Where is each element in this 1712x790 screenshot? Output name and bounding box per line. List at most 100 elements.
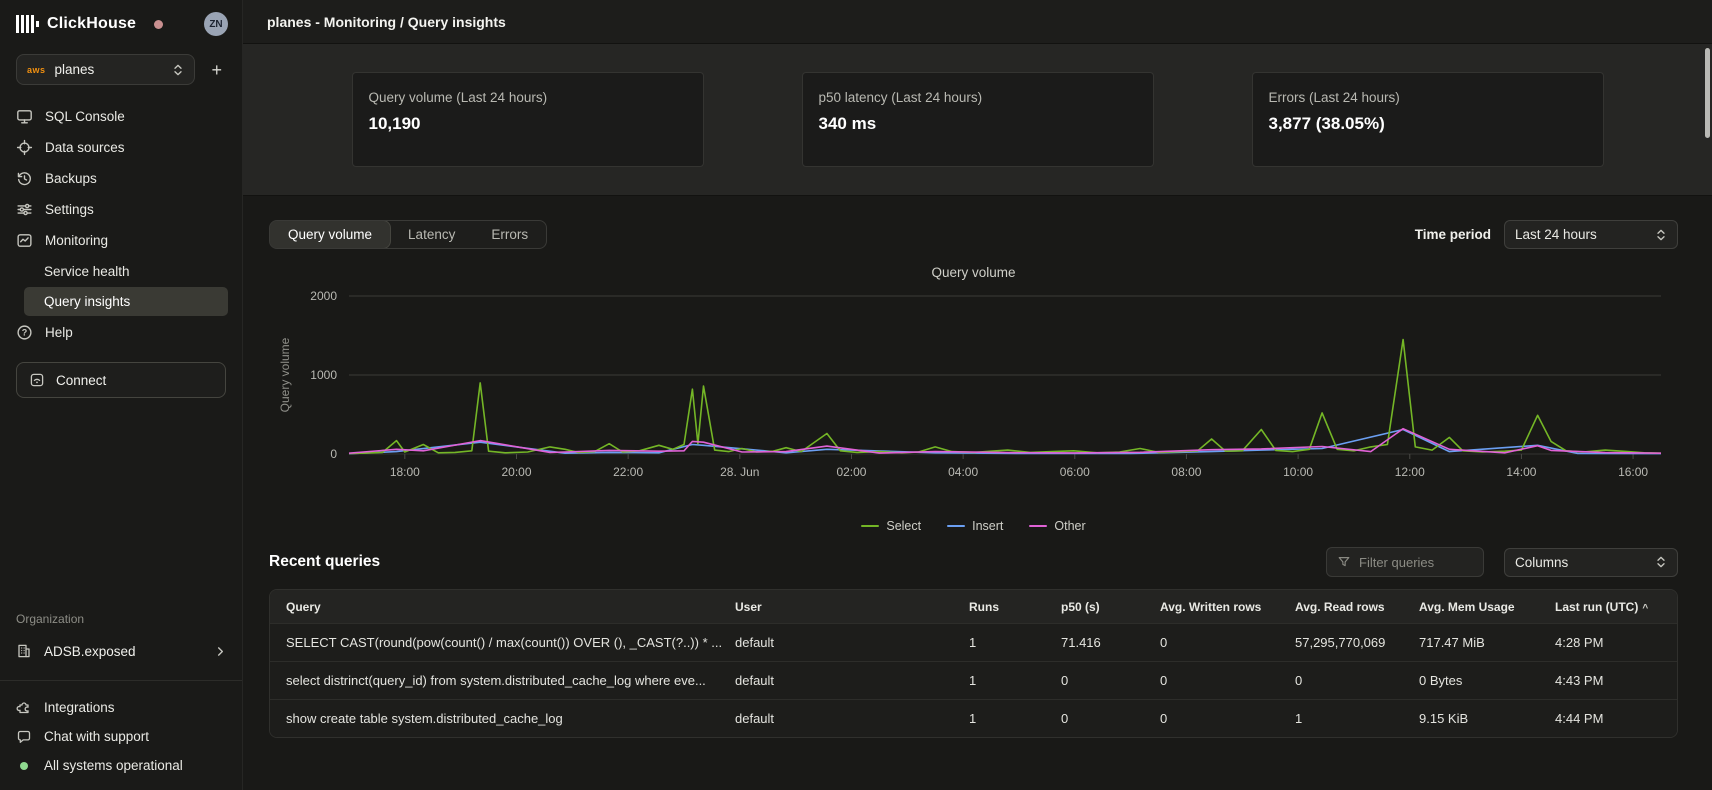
legend-swatch-insert: [947, 525, 965, 528]
column-header-runs[interactable]: Runs: [969, 600, 1061, 614]
backups-icon: [16, 170, 33, 187]
sidebar-item-chat-with-support[interactable]: Chat with support: [0, 722, 242, 751]
recent-queries-header: Recent queries Columns: [269, 547, 1678, 577]
sidebar-spacer: [0, 398, 242, 612]
sidebar-item-sql-console[interactable]: SQL Console: [0, 101, 242, 132]
cell-avg-mem: 9.15 KiB: [1419, 711, 1555, 726]
monitoring-icon: [16, 232, 33, 249]
column-header-last-run[interactable]: Last run (UTC) ^: [1555, 600, 1677, 614]
legend-label: Other: [1054, 519, 1085, 533]
stat-label: p50 latency (Last 24 hours): [819, 90, 1137, 105]
recent-actions: Columns: [1326, 547, 1678, 577]
column-header-query[interactable]: Query: [270, 600, 735, 614]
sidebar-item-data-sources[interactable]: Data sources: [0, 132, 242, 163]
sidebar-item-integrations[interactable]: Integrations: [0, 693, 242, 722]
cell-p50: 71.416: [1061, 635, 1160, 650]
column-header-user[interactable]: User: [735, 600, 969, 614]
service-name: planes: [55, 62, 164, 77]
sidebar-subitem-label: Query insights: [44, 294, 130, 309]
cell-p50: 0: [1061, 673, 1160, 688]
column-header-avg-mem-usage[interactable]: Avg. Mem Usage: [1419, 600, 1555, 614]
sidebar-item-backups[interactable]: Backups: [0, 163, 242, 194]
chevron-updown-icon: [172, 63, 184, 77]
table-row[interactable]: select distrinct(query_id) from system.d…: [270, 661, 1677, 699]
notification-dot-icon: [154, 20, 163, 29]
tabs-row: Query volume Latency Errors Time period …: [269, 220, 1678, 249]
cell-avg-read: 57,295,770,069: [1295, 635, 1419, 650]
topbar: planes - Monitoring / Query insights: [243, 0, 1712, 44]
organization-name: ADSB.exposed: [44, 644, 136, 659]
x-tick-label: 16:00: [1618, 465, 1648, 479]
query-volume-chart: 01000200018:0020:0022:0028. Jun02:0004:0…: [269, 284, 1669, 512]
data-sources-icon: [16, 139, 33, 156]
cell-avg-written: 0: [1160, 673, 1295, 688]
x-tick-label: 20:00: [501, 465, 531, 479]
sidebar-divider: [0, 680, 242, 681]
cell-query: show create table system.distributed_cac…: [270, 711, 735, 726]
vertical-scrollbar-thumb[interactable]: [1705, 48, 1710, 138]
columns-select[interactable]: Columns: [1504, 548, 1678, 577]
stats-band: Query volume (Last 24 hours) 10,190 p50 …: [243, 44, 1712, 196]
legend-label: Select: [886, 519, 921, 533]
sidebar-item-monitoring[interactable]: Monitoring: [0, 225, 242, 256]
filter-queries-input[interactable]: [1359, 555, 1469, 570]
help-icon: ?: [16, 324, 33, 341]
table-header-row: Query User Runs p50 (s) Avg. Written row…: [270, 590, 1677, 623]
cell-avg-mem: 0 Bytes: [1419, 673, 1555, 688]
recent-queries-table: Query User Runs p50 (s) Avg. Written row…: [269, 589, 1678, 738]
stat-card-p50-latency: p50 latency (Last 24 hours) 340 ms: [802, 72, 1154, 167]
sidebar-item-help[interactable]: ? Help: [0, 317, 242, 348]
legend-item-other[interactable]: Other: [1029, 519, 1085, 533]
cell-user: default: [735, 673, 969, 688]
chart-tabs: Query volume Latency Errors: [269, 220, 547, 249]
sidebar-item-label: Data sources: [45, 140, 125, 155]
connect-icon: [29, 372, 45, 388]
tab-query-volume[interactable]: Query volume: [269, 220, 391, 249]
app-window: ClickHouse ZN aws planes + SQL Console D…: [0, 0, 1712, 790]
time-period-label: Time period: [1415, 227, 1491, 242]
y-tick-label: 0: [330, 447, 337, 461]
add-service-button[interactable]: +: [207, 59, 226, 81]
connect-button[interactable]: Connect: [16, 362, 226, 398]
cell-p50: 0: [1061, 711, 1160, 726]
tab-errors[interactable]: Errors: [473, 221, 546, 248]
main-area: planes - Monitoring / Query insights Que…: [243, 0, 1712, 790]
stat-value: 3,877 (38.05%): [1269, 114, 1587, 134]
legend-swatch-select: [861, 525, 879, 528]
cell-last-run: 4:28 PM: [1555, 635, 1677, 650]
chart-legend: Select Insert Other: [269, 519, 1678, 533]
recent-queries-title: Recent queries: [269, 553, 380, 571]
service-selector[interactable]: aws planes: [16, 54, 195, 85]
x-tick-label: 28. Jun: [720, 465, 759, 479]
cell-runs: 1: [969, 711, 1061, 726]
clickhouse-logo-icon: [16, 15, 39, 33]
cell-last-run: 4:44 PM: [1555, 711, 1677, 726]
settings-sliders-icon: [16, 201, 33, 218]
table-row[interactable]: SELECT CAST(round(pow(count() / max(coun…: [270, 623, 1677, 661]
column-header-label: Last run (UTC): [1555, 600, 1638, 614]
column-header-p50[interactable]: p50 (s): [1061, 600, 1160, 614]
aws-icon: aws: [27, 65, 46, 75]
table-row[interactable]: show create table system.distributed_cac…: [270, 699, 1677, 737]
y-axis-label: Query volume: [278, 337, 292, 412]
legend-item-insert[interactable]: Insert: [947, 519, 1003, 533]
organization-selector[interactable]: ADSB.exposed: [0, 636, 242, 666]
column-header-avg-written-rows[interactable]: Avg. Written rows: [1160, 600, 1295, 614]
cell-avg-read: 1: [1295, 711, 1419, 726]
legend-item-select[interactable]: Select: [861, 519, 921, 533]
sidebar-item-query-insights[interactable]: Query insights: [24, 287, 228, 316]
cell-user: default: [735, 711, 969, 726]
sort-ascending-icon: ^: [1642, 603, 1648, 614]
sidebar-nav: SQL Console Data sources Backups Setting…: [0, 101, 242, 348]
avatar[interactable]: ZN: [204, 12, 228, 36]
column-header-avg-read-rows[interactable]: Avg. Read rows: [1295, 600, 1419, 614]
time-period-select[interactable]: Last 24 hours: [1504, 220, 1678, 249]
sidebar-item-settings[interactable]: Settings: [0, 194, 242, 225]
sidebar-item-label: Monitoring: [45, 233, 108, 248]
y-tick-label: 1000: [310, 368, 337, 382]
system-status-item[interactable]: All systems operational: [0, 751, 242, 780]
tab-latency[interactable]: Latency: [390, 221, 473, 248]
stat-value: 340 ms: [819, 114, 1137, 134]
sidebar-item-service-health[interactable]: Service health: [24, 257, 228, 286]
x-tick-label: 06:00: [1060, 465, 1090, 479]
